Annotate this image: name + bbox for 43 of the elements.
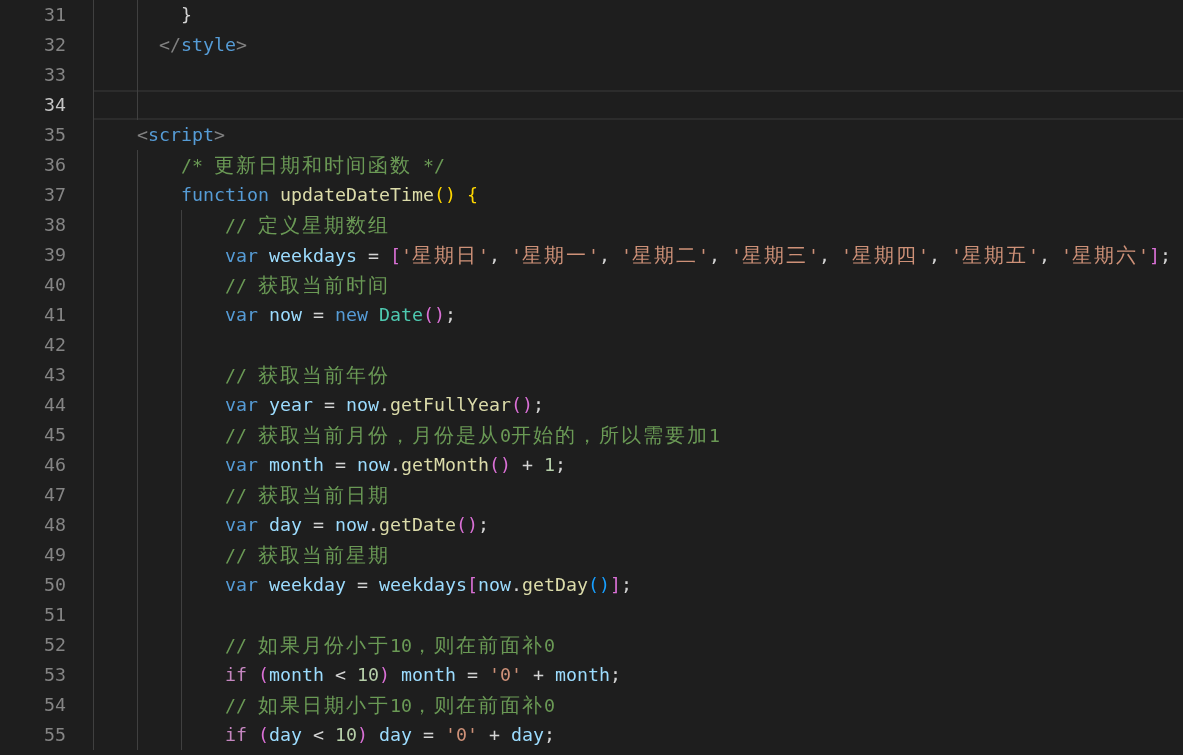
code-line: // 获取当前星期 <box>225 541 390 569</box>
line-number: 45 <box>44 423 66 447</box>
line-number: 44 <box>44 393 66 417</box>
code-line: var month = now.getMonth() + 1; <box>225 453 566 477</box>
line-number: 38 <box>44 213 66 237</box>
code-line: var day = now.getDate(); <box>225 513 489 537</box>
code-line: <script> <box>137 123 225 147</box>
line-number: 49 <box>44 543 66 567</box>
code-line: function updateDateTime() { <box>181 183 478 207</box>
line-number: 35 <box>44 123 66 147</box>
line-number: 53 <box>44 663 66 687</box>
line-number: 50 <box>44 573 66 597</box>
code-line: /* 更新日期和时间函数 */ <box>181 151 445 179</box>
line-number: 39 <box>44 243 66 267</box>
code-line: if (day < 10) day = '0' + day; <box>225 723 555 747</box>
line-number: 40 <box>44 273 66 297</box>
line-number: 41 <box>44 303 66 327</box>
code-line: // 获取当前年份 <box>225 361 390 389</box>
code-line: var now = new Date(); <box>225 303 456 327</box>
line-number: 34 <box>44 93 66 117</box>
code-line: var weekdays = ['星期日', '星期一', '星期二', '星期三', '星期四', '星期五', '星期六']; <box>225 241 1171 269</box>
line-number: 42 <box>44 333 66 357</box>
line-number: 55 <box>44 723 66 747</box>
code-line: // 获取当前日期 <box>225 481 390 509</box>
code-line: var weekday = weekdays[now.getDay()]; <box>225 573 632 597</box>
line-number: 37 <box>44 183 66 207</box>
line-number: 51 <box>44 603 66 627</box>
line-number: 33 <box>44 63 66 87</box>
line-number: 32 <box>44 33 66 57</box>
code-line: // 定义星期数组 <box>225 211 390 239</box>
line-number: 54 <box>44 693 66 717</box>
code-line: } <box>181 3 192 27</box>
line-number: 36 <box>44 153 66 177</box>
line-number: 52 <box>44 633 66 657</box>
line-number: 43 <box>44 363 66 387</box>
line-number: 46 <box>44 453 66 477</box>
line-number: 48 <box>44 513 66 537</box>
code-line: // 获取当前时间 <box>225 271 390 299</box>
line-number: 47 <box>44 483 66 507</box>
code-line: var year = now.getFullYear(); <box>225 393 544 417</box>
code-line: if (month < 10) month = '0' + month; <box>225 663 621 687</box>
code-line: </style> <box>159 33 247 57</box>
line-number: 31 <box>44 3 66 27</box>
